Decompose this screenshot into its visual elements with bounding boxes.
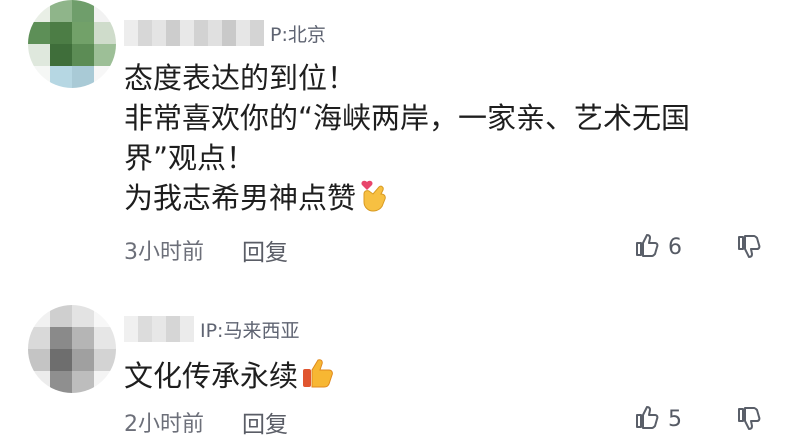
like-count: 6 [668,234,682,260]
comment-item: IP:马来西亚 文化传承永续 2小时前 回复 5 [0,0,800,438]
like-button[interactable]: 6 [634,232,682,262]
dislike-button[interactable] [736,406,762,436]
avatar[interactable] [28,305,116,393]
thumbs-down-icon [736,407,762,436]
thumbs-down-icon [736,235,762,264]
thumbs-up-icon [634,232,660,262]
comment-meta: 3小时前 回复 [124,230,288,270]
comment-line: 为我志希男神点赞 [124,181,357,215]
timestamp: 2小时前 [124,412,204,437]
comment-text: 文化传承永续 [124,354,336,400]
reply-button[interactable]: 回复 [242,233,288,267]
comment-line-with-emoji: 为我志希男神点赞 [124,178,690,222]
like-button[interactable]: 5 [634,404,682,434]
ip-location: IP:马来西亚 [200,319,300,342]
username-row[interactable]: IP:马来西亚 [124,314,299,344]
comment-line: 界”观点！ [124,141,256,175]
timestamp: 3小时前 [124,240,204,265]
thumbs-up-icon [634,404,660,434]
comment-meta: 2小时前 回复 [124,402,288,442]
comment-line: 文化传承永续 [124,359,299,393]
finger-heart-icon [358,178,388,222]
username-blurred [124,316,194,342]
like-count: 5 [668,406,682,432]
reply-button[interactable]: 回复 [242,405,288,439]
dislike-button[interactable] [736,234,762,264]
thumbs-up-emoji-icon [300,354,336,400]
comment-line-with-emoji: 文化传承永续 [124,354,336,400]
